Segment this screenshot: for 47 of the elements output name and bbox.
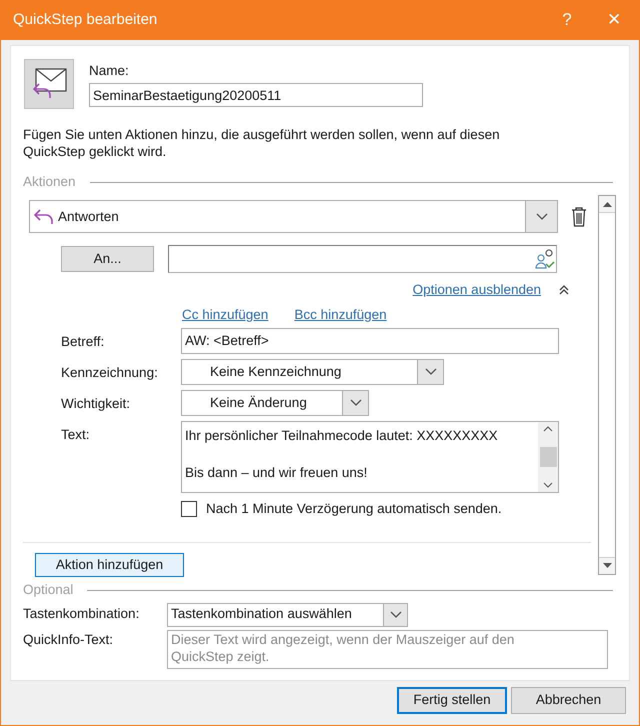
field-label: Wichtigkeit: — [61, 394, 132, 413]
add-bcc-link[interactable]: Bcc hinzufügen — [294, 304, 387, 325]
reply-icon — [33, 206, 55, 227]
name-label: Name: — [89, 62, 130, 80]
shortcut-dropdown[interactable]: Tastenkombination auswählen — [167, 602, 408, 626]
text-line: Ihr persönlicher Teilnahmecode lautet: XXXXXXXXX — [185, 426, 499, 445]
section-heading: Aktionen — [23, 173, 76, 191]
finish-button[interactable]: Fertig stellen — [397, 687, 507, 714]
address-book-icon[interactable] — [535, 248, 555, 270]
section-heading: Optional — [23, 581, 74, 600]
auto-send-checkbox[interactable] — [181, 500, 197, 517]
description: Fügen Sie unten Aktionen hinzu, die ausgeführt werden sollen, wenn auf diesen QuickStep geklickt wird. — [23, 126, 501, 160]
window-title: QuickStep bearbeiten — [12, 10, 158, 30]
chevron-down-icon — [350, 398, 362, 407]
add-action-button[interactable]: Aktion hinzufügen — [35, 552, 184, 578]
dropdown[interactable]: Keine Kennzeichnung — [181, 358, 444, 385]
double-chevron-up-icon[interactable] — [559, 285, 569, 296]
text-line: Bis dann – und wir freuen uns! — [185, 464, 368, 482]
field-label: Text: — [61, 426, 91, 444]
to-button[interactable]: An... — [61, 246, 154, 272]
quickstep-icon[interactable] — [24, 59, 74, 109]
chevron-down-icon — [424, 368, 436, 376]
action-dropdown[interactable]: Antworten — [29, 200, 558, 234]
name-field[interactable]: SeminarBestaetigung20200511 — [89, 83, 423, 108]
scroll-down-icon[interactable] — [543, 482, 553, 488]
scroll-thumb[interactable] — [540, 446, 556, 467]
chevron-down-icon — [390, 610, 402, 618]
checkbox-label: Nach 1 Minute Verzögerung automatisch senden. — [206, 500, 502, 518]
field-label: QuickInfo-Text: — [23, 630, 114, 648]
scroll-up-icon[interactable] — [543, 426, 553, 432]
message-text-area[interactable]: Ihr persönlicher Teilnahmecode lautet: XXXXXXXXX Bis dann – und wir freuen uns! — [181, 420, 559, 493]
field-label: Tastenkombination: — [23, 605, 140, 624]
chevron-down-icon — [536, 212, 548, 221]
trash-icon[interactable] — [571, 206, 587, 227]
scroll-down-icon[interactable] — [602, 563, 612, 570]
subject-field[interactable]: AW: <Betreff> — [181, 328, 559, 354]
scrollbar[interactable] — [538, 422, 558, 492]
field-label: Kennzeichnung: — [61, 364, 159, 382]
tooltip-text-field[interactable]: Dieser Text wird angezeigt, wenn der Mauszeiger auf den QuickStep zeigt. — [167, 630, 608, 668]
scrollbar[interactable] — [598, 195, 616, 576]
cancel-button[interactable]: Abbrechen — [511, 687, 626, 714]
hide-options-link[interactable]: Optionen ausblenden — [412, 280, 541, 300]
scroll-up-icon[interactable] — [602, 201, 612, 208]
recipient-field[interactable] — [168, 245, 557, 274]
field-label: Betreff: — [61, 332, 106, 351]
add-cc-link[interactable]: Cc hinzufügen — [182, 304, 268, 325]
dropdown[interactable]: Keine Änderung — [181, 390, 369, 416]
